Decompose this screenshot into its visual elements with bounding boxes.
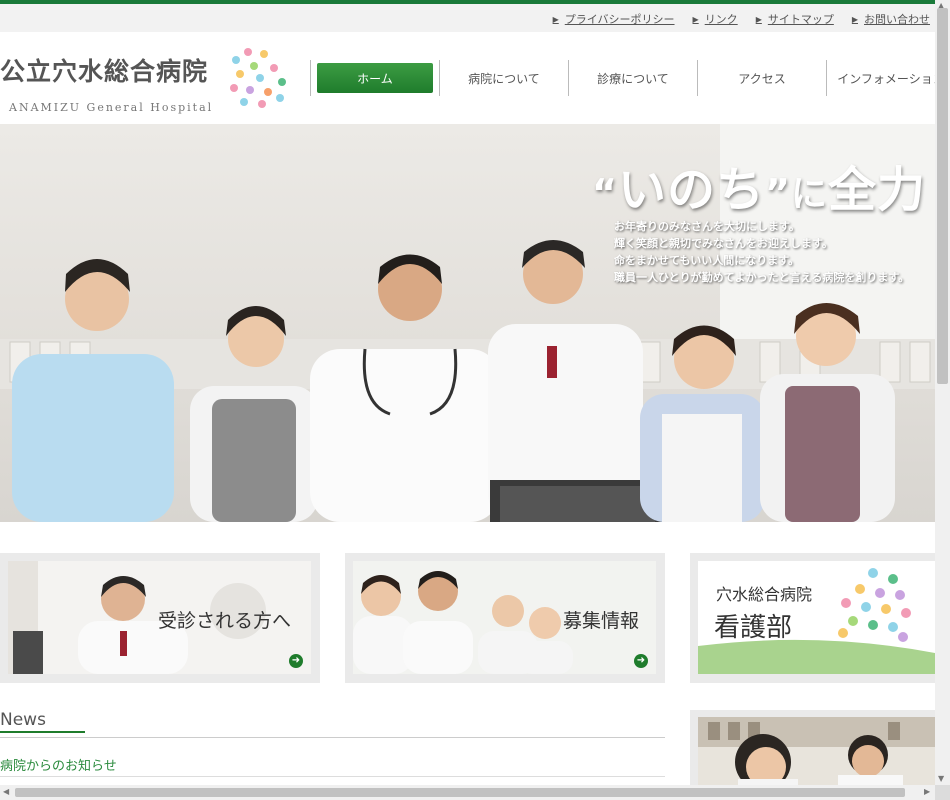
news-heading-underline xyxy=(0,731,85,733)
scroll-down-icon[interactable]: ▼ xyxy=(938,774,944,783)
scroll-left-icon[interactable]: ◀ xyxy=(3,787,9,796)
utility-link-sitemap[interactable]: ▶ サイトマップ xyxy=(756,11,834,27)
logo-name-jp: 公立穴水総合病院 xyxy=(0,57,209,86)
horizontal-scrollbar[interactable]: ◀ ▶ xyxy=(0,785,935,800)
arrow-circle-icon: ➜ xyxy=(289,654,303,668)
global-nav: ホーム 病院について 診療について アクセス インフォメーション xyxy=(310,60,935,96)
banner-recruit[interactable]: 募集情報 ➜ xyxy=(345,553,665,683)
utility-link-privacy[interactable]: ▶ プライバシーポリシー xyxy=(553,11,675,27)
banner-nursing-line2: 看護部 xyxy=(714,613,793,643)
vertical-scroll-thumb[interactable] xyxy=(937,8,948,384)
hero-mission-text: お年寄りのみなさんを大切にします。 輝く笑顔と親切でみなさんをお迎えします。 命… xyxy=(614,220,910,284)
banner-recruit-label: 募集情報 xyxy=(563,610,640,632)
arrow-right-icon: ▶ xyxy=(552,14,559,24)
logo-dots-icon xyxy=(230,48,286,108)
banner-nursing-line1: 穴水総合病院 xyxy=(716,585,813,604)
scrollbar-corner xyxy=(935,785,950,800)
hero-title: “いのち”に全力 xyxy=(592,162,927,218)
news-category-link[interactable]: 病院からのお知らせ xyxy=(0,755,117,774)
divider xyxy=(0,776,665,777)
vertical-scrollbar[interactable]: ▲ ▼ xyxy=(935,0,950,785)
hospital-logo[interactable]: 公立穴水総合病院 ANAMIZU General Hospital xyxy=(0,46,300,116)
arrow-right-icon: ▶ xyxy=(692,14,699,24)
utility-bar: ▶ プライバシーポリシー ▶ リンク ▶ サイトマップ ▶ お問い合わせ xyxy=(0,4,935,32)
page: ▶ プライバシーポリシー ▶ リンク ▶ サイトマップ ▶ お問い合わせ 公立穴… xyxy=(0,0,935,785)
logo-name-en: ANAMIZU General Hospital xyxy=(9,101,214,114)
arrow-right-icon: ▶ xyxy=(755,14,762,24)
divider xyxy=(0,737,665,738)
utility-links: ▶ プライバシーポリシー ▶ リンク ▶ サイトマップ ▶ お問い合わせ xyxy=(553,11,930,27)
news-heading: News xyxy=(0,710,46,730)
side-photo-banner[interactable] xyxy=(690,710,935,785)
horizontal-scroll-thumb[interactable] xyxy=(15,788,905,797)
banner-outpatient[interactable]: 受診される方へ ➜ xyxy=(0,553,320,683)
hero-banner: “いのち”に全力 お年寄りのみなさんを大切にします。 輝く笑顔と親切でみなさんを… xyxy=(0,124,935,522)
scroll-right-icon[interactable]: ▶ xyxy=(924,787,930,796)
nav-item-home[interactable]: ホーム xyxy=(310,60,439,96)
side-banner-photo xyxy=(698,717,935,785)
arrow-right-icon: ▶ xyxy=(851,14,858,24)
nav-item-about[interactable]: 病院について xyxy=(439,60,568,96)
utility-link-contact[interactable]: ▶ お問い合わせ xyxy=(852,11,930,27)
site-header: 公立穴水総合病院 ANAMIZU General Hospital ホーム 病院… xyxy=(0,32,935,124)
banner-outpatient-label: 受診される方へ xyxy=(158,610,292,632)
nav-item-medical[interactable]: 診療について xyxy=(568,60,697,96)
arrow-circle-icon: ➜ xyxy=(634,654,648,668)
utility-link-links[interactable]: ▶ リンク xyxy=(693,11,738,27)
nav-item-access[interactable]: アクセス xyxy=(697,60,826,96)
banner-nursing[interactable]: 穴水総合病院 看護部 xyxy=(690,553,935,683)
nav-item-information[interactable]: インフォメーション xyxy=(826,60,935,96)
